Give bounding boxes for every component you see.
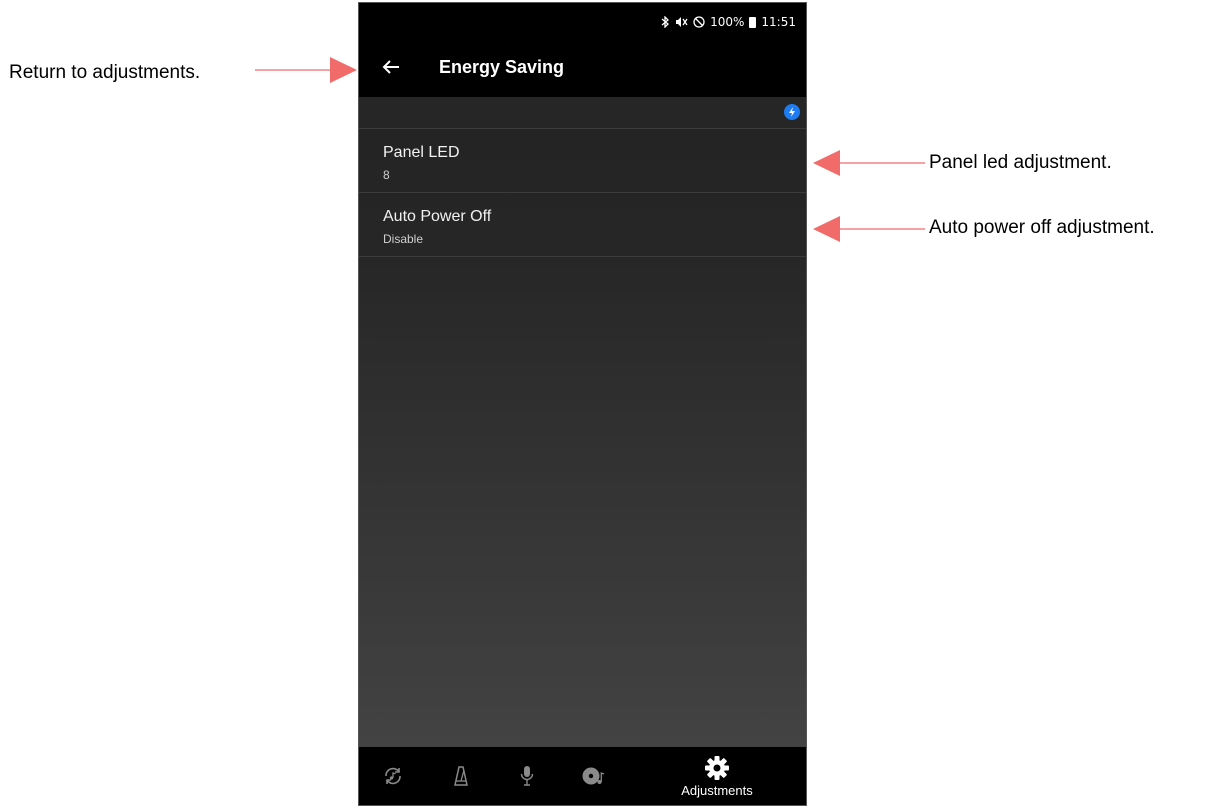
disc-music-icon [582, 767, 605, 785]
phone-screen: 100% 11:51 Energy Saving Panel LED 8 Aut… [358, 2, 807, 806]
nav-item-disc-music[interactable] [571, 747, 615, 805]
arrow-left-icon [382, 60, 399, 74]
page-title: Energy Saving [439, 57, 565, 77]
battery-icon [749, 16, 757, 28]
back-button[interactable] [375, 51, 407, 83]
microphone-icon [520, 766, 534, 786]
nav-item-microphone[interactable] [505, 747, 549, 805]
arrow-auto-power-off [813, 216, 925, 242]
connection-strip [359, 97, 806, 129]
nav-label-adjustments: Adjustments [681, 782, 753, 798]
do-not-disturb-icon [693, 16, 705, 28]
tutorial-canvas: Return to adjustments. Panel led adjustm… [0, 0, 1225, 808]
nav-item-adjustments[interactable]: Adjustments [665, 747, 769, 805]
bottom-nav: Adjustments [359, 747, 806, 805]
bluetooth-connected-icon [784, 104, 800, 120]
mute-icon [675, 16, 688, 28]
nav-item-metronome[interactable] [439, 747, 483, 805]
status-time: 11:51 [761, 15, 796, 29]
setting-value-panel-led: 8 [383, 168, 390, 182]
app-bar: Energy Saving [359, 37, 806, 97]
battery-percent: 100% [710, 15, 745, 29]
setting-row-panel-led[interactable]: Panel LED 8 [359, 129, 806, 193]
nav-item-music-sync[interactable] [371, 747, 415, 805]
setting-value-auto-power-off: Disable [383, 232, 424, 246]
setting-label-panel-led: Panel LED [383, 144, 460, 161]
gear-icon [705, 755, 729, 780]
arrow-panel-led [813, 150, 925, 176]
music-sync-icon [385, 767, 401, 785]
metronome-icon [454, 766, 468, 786]
status-bar: 100% 11:51 [359, 3, 806, 37]
annotation-return: Return to adjustments. [9, 62, 201, 83]
setting-row-auto-power-off[interactable]: Auto Power Off Disable [359, 193, 806, 257]
setting-label-auto-power-off: Auto Power Off [383, 208, 492, 225]
annotation-panel-led: Panel led adjustment. [929, 152, 1112, 173]
arrow-return [255, 57, 357, 83]
bluetooth-icon [661, 16, 670, 28]
annotation-auto-power-off: Auto power off adjustment. [929, 217, 1155, 238]
status-icons: 100% 11:51 [661, 15, 796, 29]
